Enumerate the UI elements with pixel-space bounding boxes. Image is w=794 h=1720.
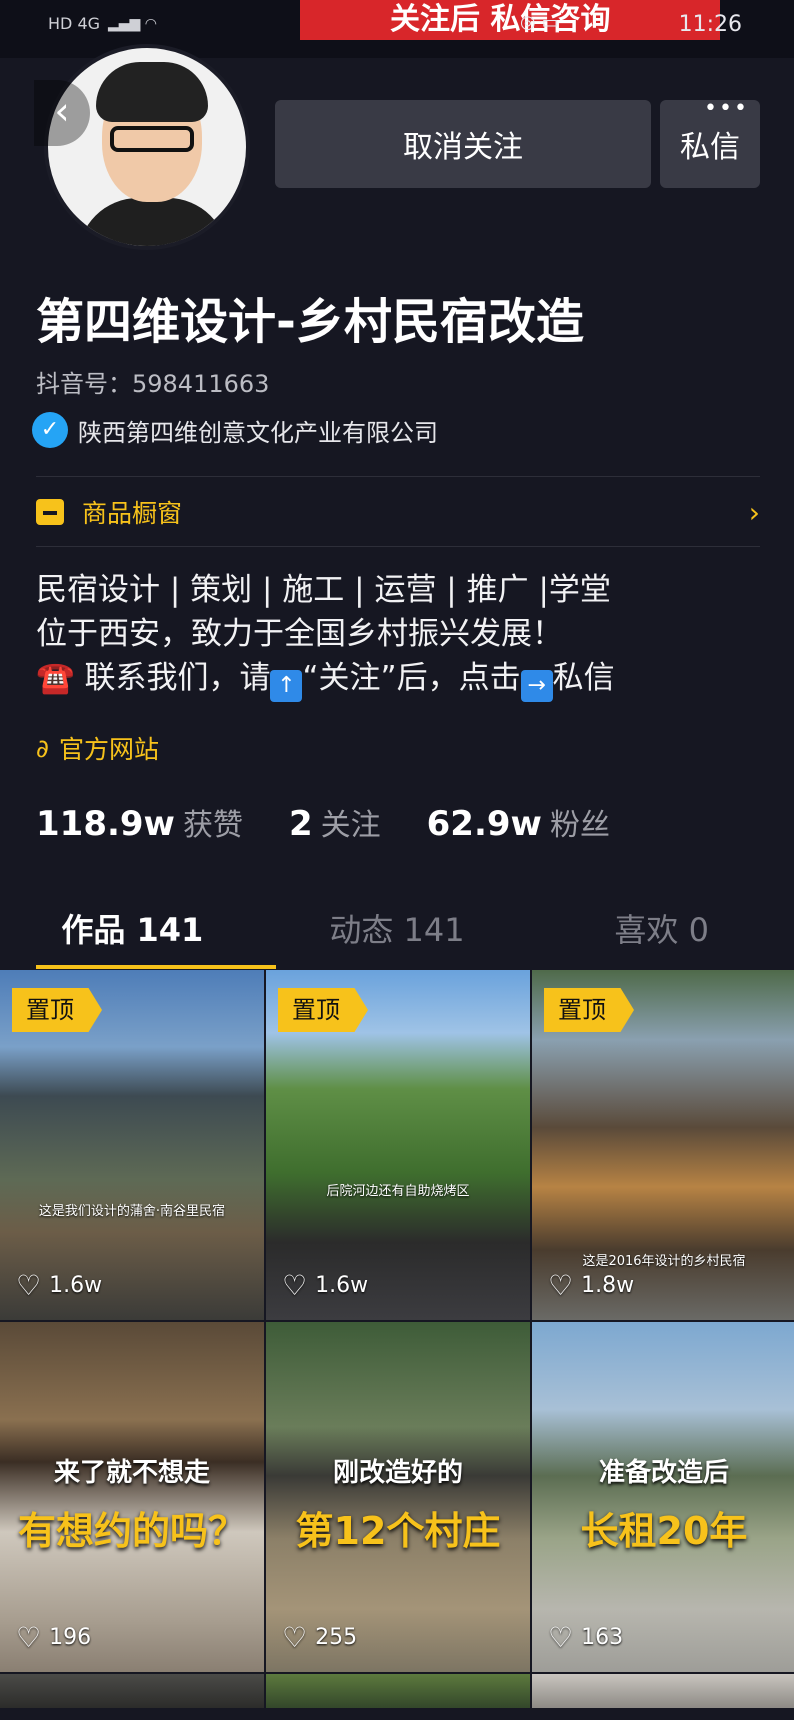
bio-line-part: 私信 bbox=[552, 660, 615, 696]
video-tile[interactable]: 刚改造好的 第12个村庄 ♡ 255 bbox=[266, 1322, 530, 1672]
heart-icon: ♡ bbox=[282, 1621, 308, 1654]
video-title-line: 刚改造好的 bbox=[332, 1458, 463, 1488]
heart-icon: ♡ bbox=[548, 1269, 574, 1302]
like-count: 255 bbox=[315, 1625, 358, 1650]
right-arrow-icon: → bbox=[520, 670, 553, 702]
tab-likes[interactable]: 喜欢 0 bbox=[529, 890, 794, 970]
link-icon: ∂ bbox=[36, 733, 49, 763]
chevron-right-icon: › bbox=[748, 495, 760, 529]
unfollow-button[interactable]: 取消关注 bbox=[275, 100, 651, 188]
verified-org: ✓ 陕西第四维创意文化产业有限公司 bbox=[32, 412, 438, 448]
verified-check-icon: ✓ bbox=[32, 412, 68, 448]
avatar-hair bbox=[96, 62, 208, 122]
stat-label: 粉丝 bbox=[549, 808, 610, 843]
alarm-icon: ◎ bbox=[520, 12, 536, 33]
up-arrow-icon: ↑ bbox=[270, 670, 303, 702]
video-likes: ♡ 163 bbox=[548, 1621, 623, 1654]
avatar-glasses bbox=[110, 126, 194, 152]
video-title-highlight: 有想约的吗？ bbox=[17, 1509, 246, 1553]
bio: 民宿设计 | 策划 | 施工 | 运营 | 推广 |学堂 位于西安，致力于全国乡… bbox=[36, 568, 615, 702]
video-title-highlight: 第12个村庄 bbox=[295, 1509, 501, 1553]
douyin-id: 抖音号：598411663 bbox=[36, 370, 270, 398]
stat-likes[interactable]: 118.9w 获赞 bbox=[36, 800, 243, 844]
bio-line: 民宿设计 | 策划 | 施工 | 运营 | 推广 |学堂 bbox=[36, 572, 611, 608]
heart-icon: ♡ bbox=[282, 1269, 308, 1302]
video-tile[interactable] bbox=[0, 1674, 264, 1708]
signal-icon: ▂▄▆ ◠ bbox=[108, 15, 157, 32]
video-tile[interactable]: 置顶 这是2016年设计的乡村民宿 ♡ 1.8w bbox=[532, 970, 794, 1320]
official-website-link[interactable]: ∂ 官方网站 bbox=[36, 730, 159, 766]
video-caption: 后院河边还有自助烧烤区 bbox=[326, 1184, 470, 1199]
stat-number: 62.9w bbox=[426, 804, 542, 844]
like-count: 1.6w bbox=[49, 1273, 103, 1298]
like-count: 163 bbox=[581, 1625, 624, 1650]
divider bbox=[36, 476, 760, 477]
bio-line-part: “关注”后，点击 bbox=[302, 660, 521, 696]
pinned-badge: 置顶 bbox=[278, 988, 368, 1032]
video-likes: ♡ 1.6w bbox=[16, 1269, 102, 1302]
stat-label: 关注 bbox=[320, 808, 381, 843]
tab-works[interactable]: 作品 141 bbox=[0, 890, 265, 970]
avatar-shirt bbox=[78, 198, 228, 246]
status-time: 11:26 bbox=[678, 12, 742, 37]
network-indicator: HD 4G bbox=[48, 14, 101, 33]
website-label: 官方网站 bbox=[58, 735, 159, 764]
video-caption: 这是2016年设计的乡村民宿 bbox=[582, 1254, 746, 1269]
bio-line-part: ☎️ 联系我们，请 bbox=[36, 660, 271, 696]
more-options-icon[interactable]: ••• bbox=[704, 96, 749, 121]
video-caption: 这是我们设计的蒲舍·南谷里民宿 bbox=[38, 1204, 226, 1219]
video-likes: ♡ 196 bbox=[16, 1621, 91, 1654]
video-likes: ♡ 255 bbox=[282, 1621, 357, 1654]
avatar[interactable] bbox=[44, 44, 250, 250]
system-icons: ◎ ▭ bbox=[520, 12, 559, 33]
video-title-line: 来了就不想走 bbox=[53, 1458, 210, 1488]
video-tile[interactable]: 置顶 这是我们设计的蒲舍·南谷里民宿 ♡ 1.6w bbox=[0, 970, 264, 1320]
active-tab-indicator bbox=[36, 965, 276, 969]
stat-number: 2 bbox=[288, 804, 313, 844]
tab-posts[interactable]: 动态 141 bbox=[265, 890, 530, 970]
stat-followers[interactable]: 62.9w 粉丝 bbox=[427, 800, 610, 844]
back-arrow-icon: ‹ bbox=[54, 89, 70, 133]
pinned-badge: 置顶 bbox=[12, 988, 102, 1032]
video-grid: 置顶 这是我们设计的蒲舍·南谷里民宿 ♡ 1.6w 置顶 后院河边还有自助烧烤区 … bbox=[0, 970, 794, 1708]
shop-icon bbox=[36, 499, 64, 525]
pinned-badge: 置顶 bbox=[544, 988, 634, 1032]
stat-number: 118.9w bbox=[36, 804, 175, 844]
stats: 118.9w 获赞 2 关注 62.9w 粉丝 bbox=[36, 800, 610, 844]
heart-icon: ♡ bbox=[548, 1621, 574, 1654]
video-likes: ♡ 1.6w bbox=[282, 1269, 368, 1302]
bio-line: ☎️ 联系我们，请 ↑ “关注”后，点击 → 私信 bbox=[36, 656, 615, 702]
stat-label: 获赞 bbox=[182, 808, 243, 843]
video-title-highlight: 长租20年 bbox=[580, 1509, 748, 1553]
verified-org-label: 陕西第四维创意文化产业有限公司 bbox=[78, 418, 438, 447]
video-title-line: 准备改造后 bbox=[598, 1458, 729, 1488]
follow-banner: 关注后 私信咨询 bbox=[300, 0, 720, 40]
video-tile[interactable]: 来了就不想走 有想约的吗？ ♡ 196 bbox=[0, 1322, 264, 1672]
video-likes: ♡ 1.8w bbox=[548, 1269, 634, 1302]
heart-icon: ♡ bbox=[16, 1269, 42, 1302]
bio-line: 位于西安，致力于全国乡村振兴发展！ bbox=[36, 616, 563, 652]
heart-icon: ♡ bbox=[16, 1621, 42, 1654]
video-tile[interactable]: 置顶 后院河边还有自助烧烤区 ♡ 1.6w bbox=[266, 970, 530, 1320]
profile-name: 第四维设计-乡村民宿改造 bbox=[36, 294, 584, 350]
shop-window-label: 商品橱窗 bbox=[82, 499, 183, 528]
like-count: 1.6w bbox=[315, 1273, 369, 1298]
shop-window-row[interactable]: 商品橱窗 › bbox=[36, 480, 760, 544]
divider bbox=[36, 546, 760, 547]
content-tabs: 作品 141 动态 141 喜欢 0 bbox=[0, 890, 794, 970]
battery-icon: ▭ bbox=[541, 12, 559, 33]
status-network: HD 4G ▂▄▆ ◠ bbox=[48, 14, 157, 33]
video-tile[interactable]: 准备改造后 长租20年 ♡ 163 bbox=[532, 1322, 794, 1672]
like-count: 1.8w bbox=[581, 1273, 635, 1298]
like-count: 196 bbox=[49, 1625, 92, 1650]
video-tile[interactable] bbox=[266, 1674, 530, 1708]
stat-following[interactable]: 2 关注 bbox=[289, 800, 381, 844]
video-tile[interactable] bbox=[532, 1674, 794, 1708]
